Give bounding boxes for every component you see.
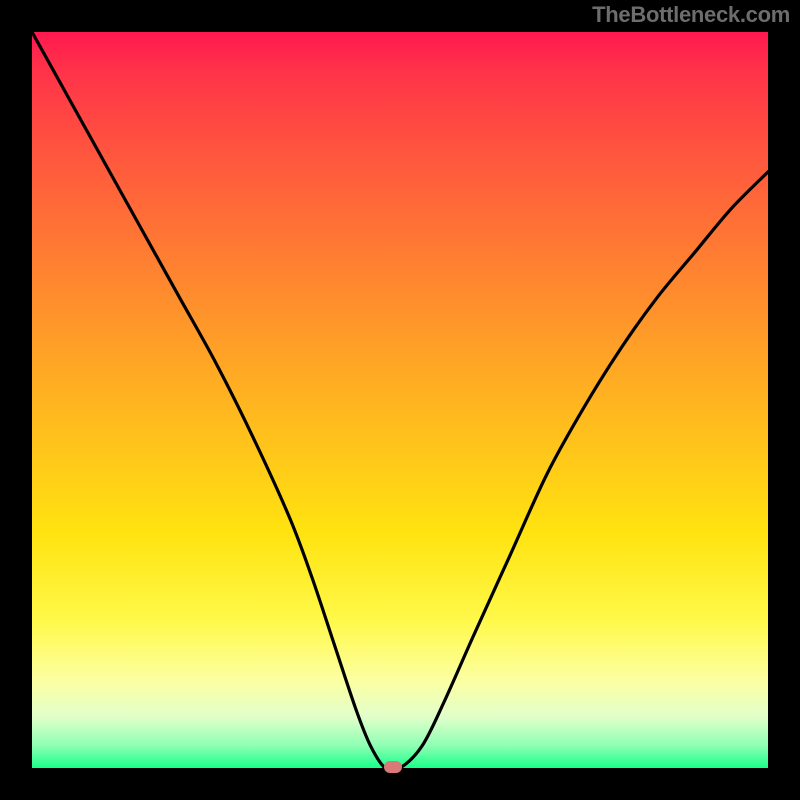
minimum-marker — [384, 761, 402, 773]
plot-area — [32, 32, 768, 768]
watermark-text: TheBottleneck.com — [592, 2, 790, 28]
bottleneck-curve — [32, 32, 768, 768]
chart-frame: TheBottleneck.com — [0, 0, 800, 800]
